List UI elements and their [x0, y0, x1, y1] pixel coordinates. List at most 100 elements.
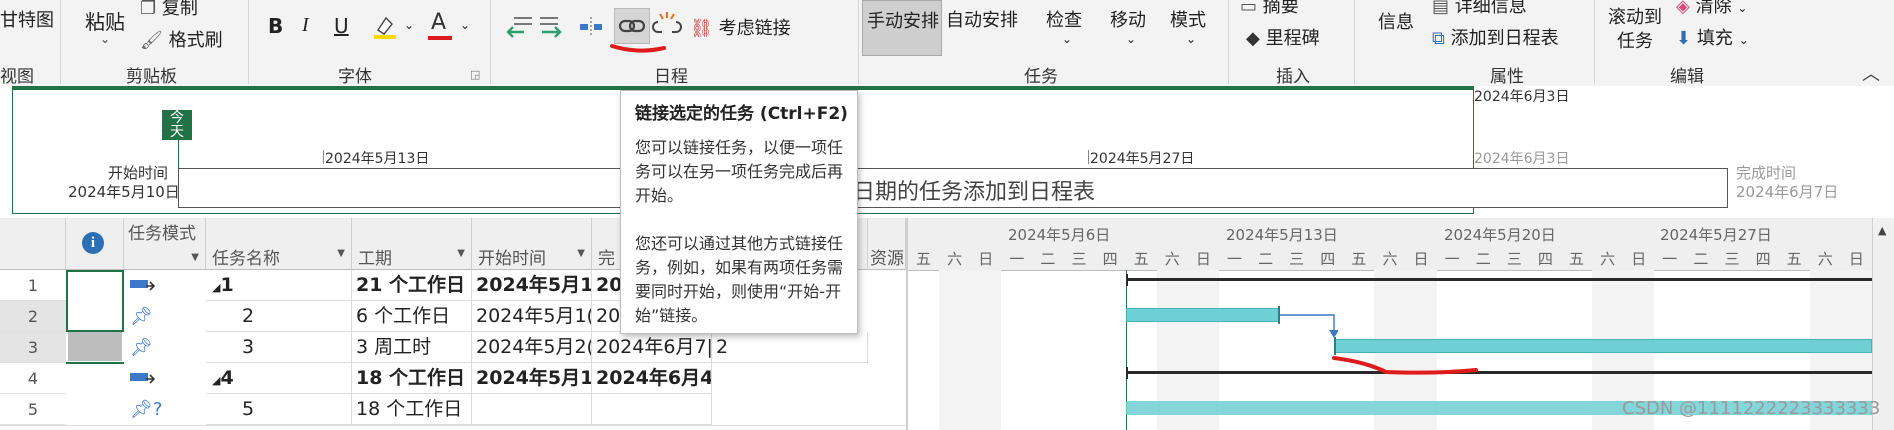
- row-number[interactable]: 3: [0, 332, 66, 363]
- manual-schedule-button[interactable]: 手动安排: [862, 0, 942, 56]
- chevron-down-icon: ▼: [337, 248, 345, 259]
- bold-button[interactable]: B: [268, 14, 283, 38]
- chevron-down-icon[interactable]: ⌄: [1062, 32, 1072, 46]
- summary-bar[interactable]: [1126, 278, 1872, 281]
- chevron-down-icon[interactable]: ⌄: [1186, 32, 1196, 46]
- font-group-label: 字体: [338, 67, 372, 87]
- row-number[interactable]: 2: [0, 301, 66, 332]
- table-row[interactable]: 3 3 周工时 2024年5月2( 2024年6月7| 2: [206, 332, 906, 363]
- collapse-ribbon-icon[interactable]: ︿: [1862, 60, 1880, 86]
- finish-cell[interactable]: 2024年6月4|: [592, 363, 712, 394]
- info-icon: i: [82, 232, 104, 254]
- add-to-timeline-label: 添加到日程表: [1450, 28, 1559, 49]
- task-name-cell[interactable]: 3: [206, 332, 352, 363]
- resource-header[interactable]: 资源: [868, 218, 906, 270]
- italic-button[interactable]: I: [302, 14, 309, 37]
- table-row[interactable]: 5 18 个工作日: [206, 394, 906, 425]
- task-bar[interactable]: [1334, 339, 1872, 353]
- start-cell[interactable]: 2024年5月2(: [472, 332, 592, 363]
- task-name-header[interactable]: 任务名称 ▼: [206, 218, 352, 270]
- information-button[interactable]: 信息: [1378, 8, 1414, 34]
- day-label: 五: [1133, 250, 1149, 268]
- details-icon: ▤: [1432, 0, 1450, 17]
- clear-button[interactable]: ◈ 清除 ⌄: [1676, 0, 1747, 18]
- summary-bar[interactable]: [1126, 371, 1872, 374]
- today-label: 今: [170, 110, 184, 126]
- start-header[interactable]: 开始时间 ▼: [472, 218, 592, 270]
- day-label: 六: [1600, 250, 1616, 268]
- mode-button[interactable]: 模式: [1170, 6, 1206, 32]
- link-tasks-button[interactable]: [614, 8, 650, 44]
- duration-cell[interactable]: 18 个工作日: [352, 394, 472, 425]
- task-bar[interactable]: [1126, 308, 1280, 322]
- add-to-timeline-button[interactable]: ⧉ 添加到日程表: [1432, 24, 1559, 50]
- start-cell[interactable]: 2024年5月1(: [472, 301, 592, 332]
- chevron-down-icon[interactable]: ⌄: [404, 18, 414, 32]
- task-name-cell[interactable]: ◢1: [206, 270, 352, 301]
- row-number[interactable]: 5: [0, 394, 66, 425]
- row-number[interactable]: 1: [0, 270, 66, 301]
- dialog-launcher-icon[interactable]: ◲: [470, 68, 480, 81]
- task-name: 4: [220, 367, 234, 389]
- move-button[interactable]: 移动: [1110, 6, 1146, 32]
- font-color-button[interactable]: A: [426, 10, 454, 42]
- duration-cell[interactable]: 3 周工时: [352, 332, 472, 363]
- indent-button[interactable]: [536, 12, 566, 42]
- task-name-cell[interactable]: ◢4: [206, 363, 352, 394]
- font-color-bar: [428, 36, 452, 40]
- timeline-tick-top: 2024年6月3日: [1474, 89, 1570, 105]
- highlight-button[interactable]: [372, 14, 398, 40]
- underline-button[interactable]: U: [334, 14, 349, 38]
- start-cell[interactable]: [472, 394, 592, 425]
- duration-cell[interactable]: 21 个工作日: [352, 270, 472, 301]
- timeline-icon: ⧉: [1432, 28, 1445, 49]
- finish-cell[interactable]: 2024年6月7|: [592, 332, 712, 363]
- summary-button[interactable]: ▭ 摘要: [1240, 0, 1299, 18]
- start-cell[interactable]: 2024年5月1(: [472, 270, 592, 301]
- respect-links-button[interactable]: ⛓ 考虑链接: [690, 14, 791, 40]
- paste-button[interactable]: 粘贴: [85, 6, 125, 35]
- resource-header-label: 资源: [870, 249, 904, 269]
- format-painter-button[interactable]: 🖌 格式刷: [140, 26, 223, 52]
- indicators-header[interactable]: i: [66, 218, 124, 270]
- active-cell[interactable]: [68, 332, 122, 361]
- tooltip-paragraph: 您可以链接任务，以便一项任务可以在另一项任务完成后再开始。: [635, 138, 844, 205]
- day-label: 日: [1413, 250, 1429, 268]
- unlink-tasks-button[interactable]: [652, 10, 682, 42]
- scroll-up-icon[interactable]: ▲: [1878, 224, 1886, 237]
- brush-icon: 🖌: [140, 30, 163, 51]
- duration-cell[interactable]: 6 个工作日: [352, 301, 472, 332]
- details-button[interactable]: ▤ 详细信息: [1432, 0, 1527, 18]
- scroll-to-task-button[interactable]: 滚动到 任务: [1608, 6, 1662, 54]
- duration-header[interactable]: 工期 ▼: [352, 218, 472, 270]
- timeline-bar[interactable]: 日期的任务添加到日程表: [178, 168, 1728, 208]
- task-name-cell[interactable]: 2: [206, 301, 352, 332]
- fill-down-icon: ⬇: [1676, 28, 1692, 49]
- clipboard-group-label: 剪贴板: [126, 67, 177, 87]
- chevron-down-icon[interactable]: ⌄: [100, 32, 110, 46]
- row-number[interactable]: 4: [0, 363, 66, 394]
- auto-schedule-button[interactable]: 自动安排: [946, 6, 1018, 32]
- chevron-down-icon[interactable]: ⌄: [460, 18, 470, 32]
- duration-cell[interactable]: 18 个工作日: [352, 363, 472, 394]
- day-label: 六: [947, 250, 963, 268]
- table-row[interactable]: ◢4 18 个工作日 2024年5月1( 2024年6月4|: [206, 363, 906, 394]
- task-name-cell[interactable]: 5: [206, 394, 352, 425]
- split-task-button[interactable]: [578, 14, 604, 40]
- schedule-group-label: 日程: [654, 67, 688, 87]
- start-cell[interactable]: 2024年5月1(: [472, 363, 592, 394]
- outdent-button[interactable]: [504, 12, 534, 42]
- gantt-view-button[interactable]: 甘特图: [0, 6, 54, 32]
- inspect-button[interactable]: 检查: [1046, 6, 1082, 32]
- copy-button[interactable]: ❐ 复制: [140, 0, 198, 20]
- day-label: 二: [1475, 250, 1491, 268]
- scroll-to-task-label: 滚动到: [1608, 7, 1662, 28]
- predecessors-cell[interactable]: 2: [712, 332, 868, 363]
- chevron-down-icon[interactable]: ⌄: [1126, 32, 1136, 46]
- milestone-button[interactable]: ◆ 里程碑: [1246, 24, 1320, 50]
- task-mode-header[interactable]: 任务模式 ▼: [124, 218, 206, 270]
- select-all-corner[interactable]: [0, 218, 66, 270]
- finish-cell[interactable]: [592, 394, 712, 425]
- fill-button[interactable]: ⬇ 填充 ⌄: [1676, 24, 1749, 50]
- day-label: 一: [1226, 250, 1242, 268]
